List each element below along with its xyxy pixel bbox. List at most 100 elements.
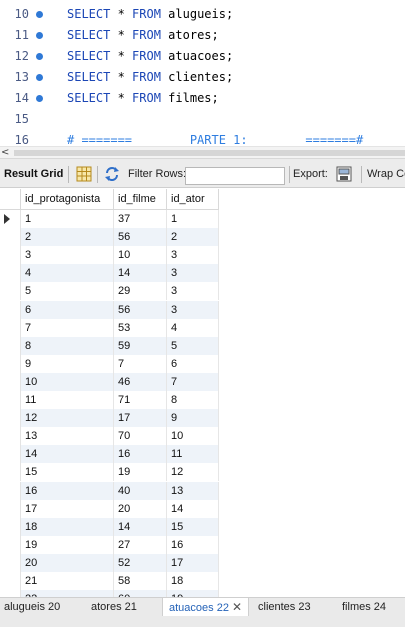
scrollbar-thumb[interactable] [14, 150, 405, 156]
table-cell[interactable]: 56 [114, 228, 167, 247]
table-cell[interactable]: 56 [114, 300, 167, 319]
table-row[interactable]: 19 27 16 [0, 535, 219, 554]
row-header[interactable] [0, 282, 21, 301]
table-cell[interactable]: 7 [114, 354, 167, 373]
table-cell[interactable]: 22 [21, 590, 114, 597]
table-cell[interactable]: 19 [114, 463, 167, 482]
table-cell[interactable]: 8 [167, 391, 219, 409]
table-cell[interactable]: 16 [21, 481, 114, 500]
table-row[interactable]: 16 40 13 [0, 481, 219, 500]
column-header-id-filme[interactable]: id_filme [114, 189, 167, 210]
table-row[interactable]: 13 70 10 [0, 427, 219, 446]
table-cell[interactable]: 52 [114, 553, 167, 572]
table-row[interactable]: 15 19 12 [0, 463, 219, 482]
close-icon[interactable]: ✕ [232, 600, 242, 614]
table-cell[interactable]: 29 [114, 282, 167, 301]
row-header[interactable] [0, 517, 21, 536]
table-cell[interactable]: 11 [21, 391, 114, 409]
tab-clientes[interactable]: clientes 23 [258, 598, 311, 616]
table-cell[interactable]: 8 [21, 336, 114, 355]
row-header[interactable] [0, 336, 21, 355]
table-cell[interactable]: 14 [114, 264, 167, 283]
table-row[interactable]: 10 46 7 [0, 372, 219, 391]
table-cell[interactable]: 16 [167, 535, 219, 554]
table-cell[interactable]: 14 [21, 445, 114, 464]
table-row[interactable]: 17 20 14 [0, 499, 219, 518]
row-header[interactable] [0, 481, 21, 500]
table-row[interactable]: 6 56 3 [0, 300, 219, 319]
row-header[interactable] [0, 445, 21, 464]
export-icon[interactable] [336, 166, 352, 182]
row-header[interactable] [0, 391, 21, 409]
sql-editor[interactable]: 10 SELECT * FROM alugueis; 11 SELECT * FROM… [0, 0, 405, 146]
row-header[interactable] [0, 264, 21, 283]
table-cell[interactable]: 18 [21, 517, 114, 536]
table-cell[interactable]: 59 [114, 336, 167, 355]
table-row[interactable]: 12 17 9 [0, 409, 219, 428]
row-header[interactable] [0, 354, 21, 373]
table-cell[interactable]: 60 [114, 590, 167, 597]
row-header[interactable] [0, 427, 21, 446]
table-cell[interactable]: 6 [167, 354, 219, 373]
table-cell[interactable]: 14 [167, 499, 219, 518]
table-cell[interactable]: 20 [114, 499, 167, 518]
table-cell[interactable]: 17 [21, 499, 114, 518]
row-header[interactable] [0, 463, 21, 482]
row-header[interactable] [0, 246, 21, 265]
tab-atuacoes[interactable]: atuacoes 22 ✕ [162, 598, 249, 616]
table-row[interactable]: 18 14 15 [0, 517, 219, 536]
table-cell[interactable]: 2 [21, 228, 114, 247]
table-cell[interactable]: 19 [167, 590, 219, 597]
wrap-cell-content-label[interactable]: Wrap Ce [367, 166, 405, 182]
table-cell[interactable]: 14 [114, 517, 167, 536]
table-row[interactable]: 11 71 8 [0, 391, 219, 409]
table-cell[interactable]: 4 [167, 318, 219, 337]
table-cell[interactable]: 1 [21, 210, 114, 228]
table-cell[interactable]: 37 [114, 210, 167, 228]
row-header[interactable] [0, 535, 21, 554]
table-cell[interactable]: 3 [167, 264, 219, 283]
tab-alugueis[interactable]: alugueis 20 [4, 598, 60, 616]
row-header[interactable] [0, 590, 21, 597]
table-cell[interactable]: 4 [21, 264, 114, 283]
table-row[interactable]: 8 59 5 [0, 336, 219, 355]
table-cell[interactable]: 6 [21, 300, 114, 319]
row-header[interactable] [0, 210, 21, 228]
filter-rows-input[interactable] [185, 167, 285, 185]
table-cell[interactable]: 15 [21, 463, 114, 482]
row-header[interactable] [0, 300, 21, 319]
table-row[interactable]: 21 58 18 [0, 572, 219, 590]
table-row[interactable]: 226019 [0, 590, 219, 597]
table-row[interactable]: 7 53 4 [0, 318, 219, 337]
table-cell[interactable]: 27 [114, 535, 167, 554]
table-cell[interactable]: 58 [114, 572, 167, 590]
result-grid-tab[interactable]: Result Grid [2, 165, 65, 183]
table-cell[interactable]: 7 [21, 318, 114, 337]
column-header-id-ator[interactable]: id_ator [167, 189, 219, 210]
row-header[interactable] [0, 372, 21, 391]
table-cell[interactable]: 5 [167, 336, 219, 355]
table-row[interactable]: 5 29 3 [0, 282, 219, 301]
table-row[interactable]: 3 10 3 [0, 246, 219, 265]
table-cell[interactable]: 10 [167, 427, 219, 446]
table-cell[interactable]: 18 [167, 572, 219, 590]
table-row[interactable]: 976 [0, 354, 219, 373]
table-cell[interactable]: 70 [114, 427, 167, 446]
table-cell[interactable]: 46 [114, 372, 167, 391]
table-cell[interactable]: 10 [21, 372, 114, 391]
table-cell[interactable]: 17 [114, 409, 167, 428]
table-cell[interactable]: 20 [21, 553, 114, 572]
table-cell[interactable]: 12 [21, 409, 114, 428]
row-header[interactable] [0, 228, 21, 247]
table-cell[interactable]: 16 [114, 445, 167, 464]
table-cell[interactable]: 40 [114, 481, 167, 500]
tab-atores[interactable]: atores 21 [91, 598, 137, 616]
table-cell[interactable]: 9 [167, 409, 219, 428]
table-cell[interactable]: 3 [167, 282, 219, 301]
table-row[interactable]: 1 37 1 [0, 210, 219, 228]
table-cell[interactable]: 3 [21, 246, 114, 265]
table-cell[interactable]: 11 [167, 445, 219, 464]
table-cell[interactable]: 13 [167, 481, 219, 500]
table-cell[interactable]: 3 [167, 300, 219, 319]
table-row[interactable]: 4 14 3 [0, 264, 219, 283]
